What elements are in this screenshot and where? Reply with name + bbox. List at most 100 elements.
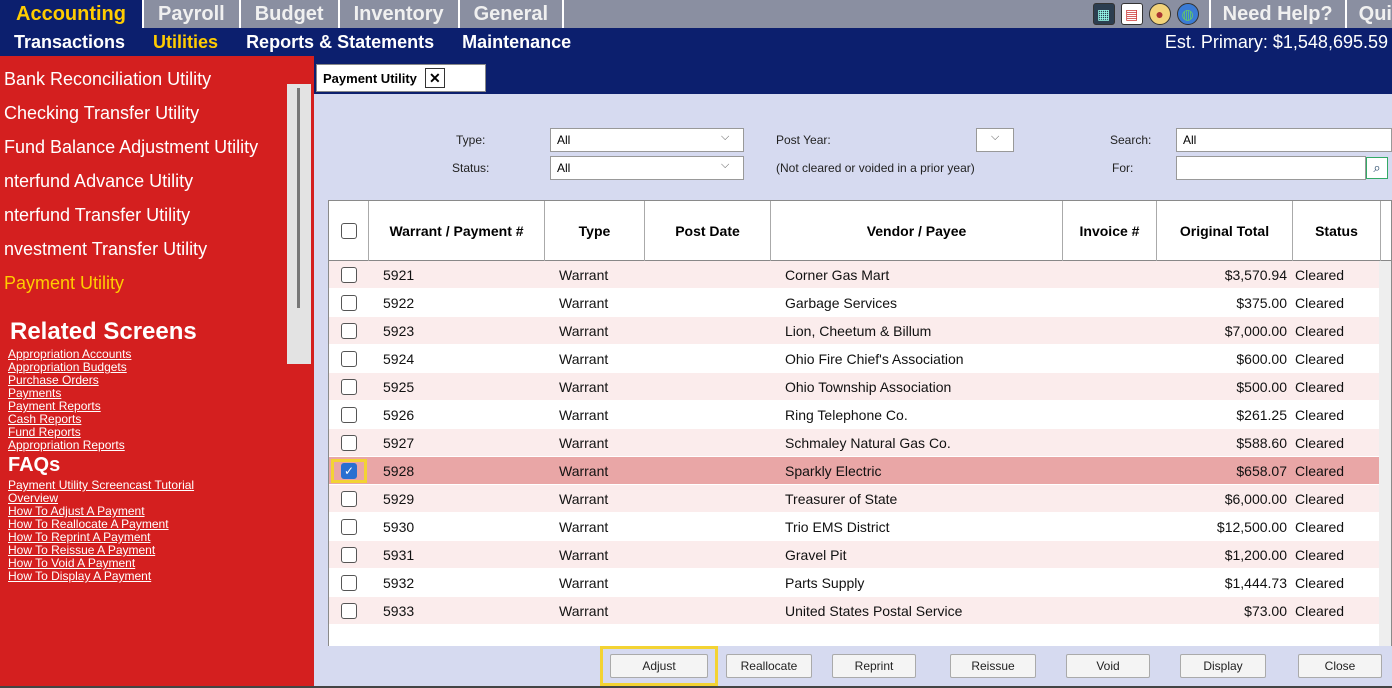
sidebar-item-bank-reconciliation[interactable]: Bank Reconciliation Utility bbox=[0, 62, 314, 96]
tab-budget[interactable]: Budget bbox=[241, 0, 340, 28]
globe-icon[interactable]: ◍ bbox=[1176, 3, 1199, 25]
col-invoice[interactable]: Invoice # bbox=[1063, 201, 1157, 261]
col-warrant-payment[interactable]: Warrant / Payment # bbox=[369, 201, 545, 261]
col-post-date[interactable]: Post Date bbox=[645, 201, 771, 261]
table-row[interactable]: 5925 Warrant Ohio Township Association $500… bbox=[329, 373, 1391, 401]
tab-payment-utility[interactable]: Payment Utility ✕ bbox=[316, 64, 486, 92]
quit-link[interactable]: Qui bbox=[1344, 0, 1392, 28]
table-row[interactable]: 5932 Warrant Parts Supply $1,444.73 Cleared bbox=[329, 569, 1391, 597]
table-row[interactable]: 5929 Warrant Treasurer of State $6,000.00 Cl… bbox=[329, 485, 1391, 513]
row-checkbox-cell bbox=[341, 513, 365, 541]
close-button[interactable]: Close bbox=[1298, 654, 1382, 678]
table-row[interactable]: 5922 Warrant Garbage Services $375.00 Cleare… bbox=[329, 289, 1391, 317]
sidebar-scrollbar[interactable] bbox=[287, 84, 311, 364]
type-select[interactable]: All ⌵ bbox=[550, 128, 744, 152]
table-row[interactable]: 5933 Warrant United States Postal Service $… bbox=[329, 597, 1391, 625]
row-checkbox-cell bbox=[341, 261, 365, 289]
tab-inventory[interactable]: Inventory bbox=[340, 0, 460, 28]
sidebar-item-checking-transfer[interactable]: Checking Transfer Utility bbox=[0, 96, 314, 130]
cell-original-total: $261.25 bbox=[1236, 407, 1287, 423]
grid-scrollbar[interactable] bbox=[1379, 261, 1391, 688]
search-select-value: All bbox=[1183, 133, 1197, 147]
sidebar-item-payment-utility[interactable]: Payment Utility bbox=[0, 266, 314, 300]
cell-status: Cleared bbox=[1295, 547, 1345, 563]
search-icon[interactable]: ⌕ bbox=[1366, 157, 1388, 179]
row-checkbox[interactable] bbox=[341, 379, 357, 395]
search-select[interactable]: All bbox=[1176, 128, 1392, 152]
row-checkbox[interactable] bbox=[341, 435, 357, 451]
table-row[interactable]: ✓ 5928 Warrant Sparkly Electric $658.07 Clear… bbox=[329, 457, 1391, 485]
cell-status: Cleared bbox=[1295, 463, 1345, 479]
subnav-utilities[interactable]: Utilities bbox=[139, 32, 232, 53]
table-row[interactable]: 5924 Warrant Ohio Fire Chief's Association… bbox=[329, 345, 1391, 373]
cell-post-date bbox=[645, 513, 771, 541]
col-type[interactable]: Type bbox=[545, 201, 645, 261]
cell-invoice bbox=[1063, 541, 1157, 569]
link-appropriation-reports[interactable]: Appropriation Reports bbox=[0, 439, 314, 452]
display-button[interactable]: Display bbox=[1180, 654, 1266, 678]
cell-invoice bbox=[1063, 289, 1157, 317]
cell-status: Cleared bbox=[1295, 407, 1345, 423]
row-checkbox[interactable] bbox=[341, 295, 357, 311]
cell-vendor: Ohio Township Association bbox=[785, 379, 952, 395]
void-button[interactable]: Void bbox=[1066, 654, 1150, 678]
cell-post-date bbox=[645, 569, 771, 597]
status-select[interactable]: All ⌵ bbox=[550, 156, 744, 180]
sidebar-item-fund-balance-adjustment[interactable]: Fund Balance Adjustment Utility bbox=[0, 130, 314, 164]
table-row[interactable]: 5923 Warrant Lion, Cheetum & Billum $7,000.… bbox=[329, 317, 1391, 345]
cell-type: Warrant bbox=[559, 379, 609, 395]
select-all-checkbox[interactable] bbox=[340, 223, 357, 239]
row-checkbox[interactable] bbox=[341, 491, 357, 507]
row-checkbox[interactable] bbox=[341, 547, 357, 563]
calculator-icon[interactable]: ▦ bbox=[1092, 3, 1115, 25]
post-year-select[interactable]: ⌵ bbox=[976, 128, 1014, 152]
table-row[interactable]: 5926 Warrant Ring Telephone Co. $261.25 Clea… bbox=[329, 401, 1391, 429]
subnav-maintenance[interactable]: Maintenance bbox=[448, 32, 585, 53]
cell-vendor: Corner Gas Mart bbox=[785, 267, 890, 283]
row-checkbox-cell bbox=[341, 345, 365, 373]
reprint-button[interactable]: Reprint bbox=[832, 654, 916, 678]
sidebar-item-interfund-transfer[interactable]: nterfund Transfer Utility bbox=[0, 198, 314, 232]
subnav-reports-statements[interactable]: Reports & Statements bbox=[232, 32, 448, 53]
sidebar-item-investment-transfer[interactable]: nvestment Transfer Utility bbox=[0, 232, 314, 266]
tab-general[interactable]: General bbox=[460, 0, 565, 28]
chevron-down-icon: ⌵ bbox=[721, 131, 730, 143]
cell-number: 5931 bbox=[383, 547, 415, 563]
search-for-input[interactable] bbox=[1176, 156, 1366, 180]
close-tab-icon[interactable]: ✕ bbox=[424, 68, 445, 88]
col-status[interactable]: Status bbox=[1293, 201, 1381, 261]
cell-vendor: United States Postal Service bbox=[785, 603, 963, 619]
cell-vendor: Ring Telephone Co. bbox=[785, 407, 908, 423]
row-checkbox-cell bbox=[341, 289, 365, 317]
reissue-button[interactable]: Reissue bbox=[950, 654, 1036, 678]
adjust-highlight bbox=[600, 646, 718, 686]
tab-accounting[interactable]: Accounting bbox=[0, 0, 144, 28]
calendar-icon[interactable]: ▤ bbox=[1120, 3, 1143, 25]
tab-payroll[interactable]: Payroll bbox=[144, 0, 241, 28]
col-original-total[interactable]: Original Total bbox=[1157, 201, 1293, 261]
row-checkbox[interactable] bbox=[341, 323, 357, 339]
cell-status: Cleared bbox=[1295, 491, 1345, 507]
row-checkbox[interactable] bbox=[341, 519, 357, 535]
sidebar-item-interfund-advance[interactable]: nterfund Advance Utility bbox=[0, 164, 314, 198]
table-row[interactable]: 5927 Warrant Schmaley Natural Gas Co. $588.… bbox=[329, 429, 1391, 457]
cell-number: 5922 bbox=[383, 295, 415, 311]
need-help-link[interactable]: Need Help? bbox=[1208, 0, 1345, 28]
cell-type: Warrant bbox=[559, 267, 609, 283]
row-checkbox[interactable] bbox=[341, 603, 357, 619]
table-row[interactable]: 5921 Warrant Corner Gas Mart $3,570.94 Clear… bbox=[329, 261, 1391, 289]
faq-display-payment[interactable]: How To Display A Payment bbox=[0, 570, 314, 583]
subnav-transactions[interactable]: Transactions bbox=[0, 32, 139, 53]
col-vendor-payee[interactable]: Vendor / Payee bbox=[771, 201, 1063, 261]
reallocate-button[interactable]: Reallocate bbox=[726, 654, 812, 678]
palette-icon[interactable]: ● bbox=[1148, 3, 1171, 25]
table-row[interactable]: 5931 Warrant Gravel Pit $1,200.00 Cleared bbox=[329, 541, 1391, 569]
scrollbar-thumb[interactable] bbox=[297, 88, 300, 308]
row-checkbox[interactable] bbox=[341, 407, 357, 423]
row-checkbox[interactable] bbox=[341, 351, 357, 367]
row-checkbox-cell bbox=[341, 373, 365, 401]
table-row[interactable]: 5930 Warrant Trio EMS District $12,500.00 Cl… bbox=[329, 513, 1391, 541]
row-checkbox[interactable] bbox=[341, 267, 357, 283]
row-checkbox[interactable] bbox=[341, 575, 357, 591]
faqs-heading: FAQs bbox=[8, 454, 61, 476]
